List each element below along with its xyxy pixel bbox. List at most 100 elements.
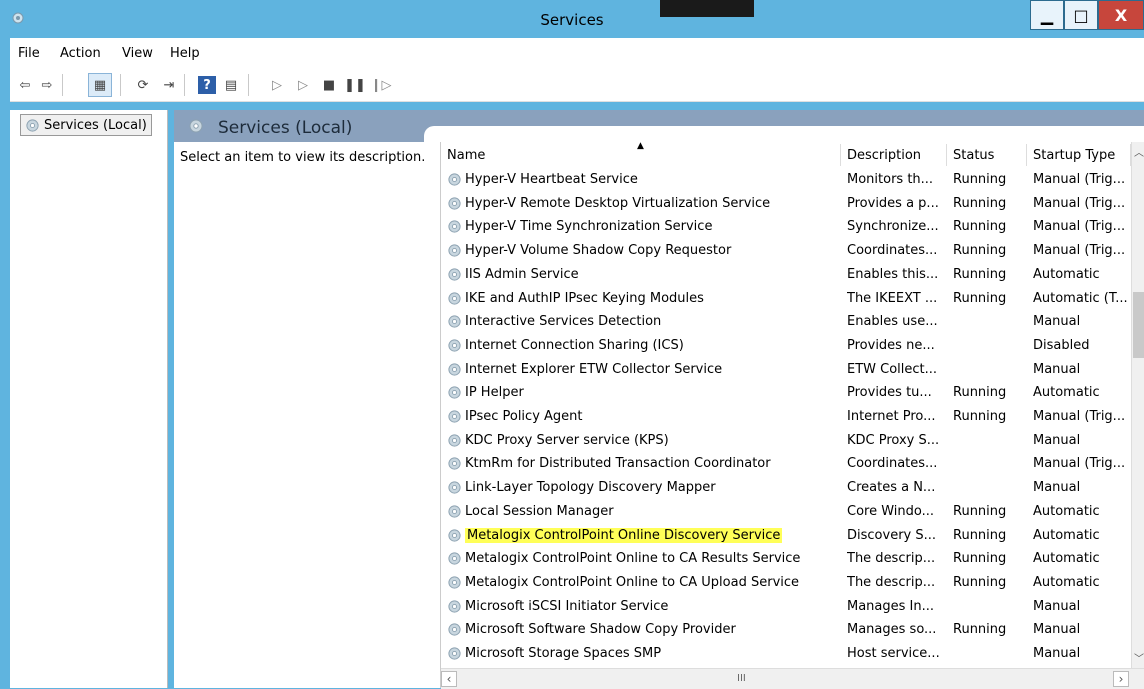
scroll-right-icon[interactable]: › [1113,671,1129,687]
vertical-scrollbar[interactable]: ︿ ﹀ [1131,142,1144,668]
table-row[interactable]: Interactive Services Detection Enables us… [441,310,1131,334]
close-button[interactable]: X [1098,0,1144,30]
description-prompt: Select an item to view its description. [180,150,426,165]
service-name: Hyper-V Time Synchronization Service [465,219,713,235]
service-gear-icon [448,339,461,352]
table-row[interactable]: KDC Proxy Server service (KPS) KDC Proxy … [441,429,1131,453]
service-startup-type: Automatic [1033,551,1100,567]
service-startup-type: Automatic [1033,503,1100,519]
service-description: Discovery S... [847,527,937,543]
vertical-scroll-thumb[interactable] [1133,292,1144,358]
restart-service-icon[interactable]: ❙▷ [371,76,392,94]
column-header-startup-type[interactable]: Startup Type [1027,144,1131,166]
service-description: Provides a p... [847,195,939,211]
service-gear-icon [448,505,461,518]
maximize-icon: □ [1073,5,1089,25]
start-service-alt-icon[interactable]: ▷ [294,76,312,94]
service-status: Running [953,551,1007,567]
table-row[interactable]: Hyper-V Volume Shadow Copy Requestor Coor… [441,239,1131,263]
table-row[interactable]: Microsoft Software Shadow Copy Provider M… [441,618,1131,642]
table-row[interactable]: Microsoft iSCSI Initiator Service Manages… [441,595,1131,619]
service-status: Running [953,195,1007,211]
service-name: Metalogix ControlPoint Online to CA Resu… [465,551,801,567]
scroll-up-icon[interactable]: ︿ [1132,144,1144,160]
menu-bar: File Action View Help [10,38,1144,68]
start-service-icon[interactable]: ▷ [268,76,286,94]
back-icon[interactable]: ⇦ [16,76,34,94]
service-gear-icon [448,434,461,447]
help-icon[interactable]: ? [198,76,216,94]
table-row[interactable]: Local Session Manager Core Windo... Runnin… [441,500,1131,524]
tree-item-label: Services (Local) [44,117,147,133]
service-status: Running [953,622,1007,638]
service-startup-type: Manual (Trig... [1033,243,1126,259]
table-row[interactable]: IKE and AuthIP IPsec Keying Modules The I… [441,287,1131,311]
service-gear-icon [448,173,461,186]
service-status: Running [953,574,1007,590]
service-name: IIS Admin Service [465,266,579,282]
service-startup-type: Automatic [1033,385,1100,401]
column-name-label: Name [447,147,486,163]
service-startup-type: Manual (Trig... [1033,195,1126,211]
properties-icon[interactable]: ▤ [222,76,240,94]
maximize-button[interactable]: □ [1064,0,1098,30]
service-name: Microsoft iSCSI Initiator Service [465,598,669,614]
table-row[interactable]: Metalogix ControlPoint Online Discovery … [441,524,1131,548]
service-description: The IKEEXT ... [847,290,938,306]
pause-service-icon[interactable]: ❚❚ [344,76,366,94]
service-gear-icon [448,623,461,636]
service-startup-type: Disabled [1033,337,1090,353]
close-icon: X [1114,5,1128,25]
menu-action[interactable]: Action [60,46,101,61]
minimize-button[interactable]: ▁ [1030,0,1064,30]
export-list-icon[interactable]: ⇥ [160,76,178,94]
table-row[interactable]: Metalogix ControlPoint Online to CA Uplo… [441,571,1131,595]
table-row[interactable]: Hyper-V Heartbeat Service Monitors th... R… [441,168,1131,192]
menu-view[interactable]: View [122,46,153,61]
column-startup-label: Startup Type [1033,147,1116,163]
table-row[interactable]: KtmRm for Distributed Transaction Coordi… [441,452,1131,476]
tree-item-services-local[interactable]: Services (Local) [20,114,152,136]
service-status: Running [953,290,1007,306]
service-description: Creates a N... [847,480,936,496]
scroll-down-icon[interactable]: ﹀ [1132,650,1144,666]
table-row[interactable]: IIS Admin Service Enables this... Running A… [441,263,1131,287]
toolbar: ⇦ ⇨ ▦ ⟳ ⇥ ? ▤ ▷ ▷ ■ ❚❚ ❙▷ [10,68,1144,102]
column-header-name[interactable]: Name ▲ [441,141,841,166]
horizontal-scroll-grip-icon[interactable]: III [737,673,746,684]
service-gear-icon [448,197,461,210]
table-row[interactable]: Hyper-V Remote Desktop Virtualization Se… [441,192,1131,216]
service-startup-type: Manual [1033,622,1081,638]
table-row[interactable]: Metalogix ControlPoint Online to CA Resu… [441,547,1131,571]
stop-service-icon[interactable]: ■ [320,76,338,94]
table-row[interactable]: Microsoft Storage Spaces SMP Host service… [441,642,1131,666]
forward-icon[interactable]: ⇨ [38,76,56,94]
table-row[interactable]: Hyper-V Time Synchronization Service Sync… [441,215,1131,239]
service-description: Coordinates... [847,243,938,259]
service-startup-type: Manual (Trig... [1033,219,1126,235]
table-row[interactable]: IP Helper Provides tu... Running Automatic [441,381,1131,405]
table-row[interactable]: Internet Connection Sharing (ICS) Provide… [441,334,1131,358]
service-startup-type: Manual [1033,432,1081,448]
toolbar-separator [120,74,121,96]
menu-file[interactable]: File [18,46,40,61]
horizontal-scrollbar[interactable]: ‹ III › [441,668,1144,689]
show-hide-tree-icon[interactable]: ▦ [88,73,112,97]
details-pane: Services (Local) Select an item to view … [174,110,1144,689]
table-row[interactable]: Link-Layer Topology Discovery Mapper Crea… [441,476,1131,500]
services-list: Name ▲ Description Status Startup Type H… [440,141,1144,689]
service-gear-icon [448,268,461,281]
scroll-left-icon[interactable]: ‹ [441,671,457,687]
column-header-description[interactable]: Description [841,144,947,166]
column-header-status[interactable]: Status [947,144,1027,166]
service-startup-type: Automatic [1033,527,1100,543]
service-status: Running [953,266,1007,282]
table-row[interactable]: IPsec Policy Agent Internet Pro... Running… [441,405,1131,429]
menu-help[interactable]: Help [170,46,200,61]
table-row[interactable]: Internet Explorer ETW Collector Service E… [441,358,1131,382]
sort-ascending-icon: ▲ [637,141,644,151]
service-gear-icon [448,481,461,494]
refresh-icon[interactable]: ⟳ [134,76,152,94]
service-gear-icon [448,600,461,613]
service-description: ETW Collect... [847,361,938,377]
